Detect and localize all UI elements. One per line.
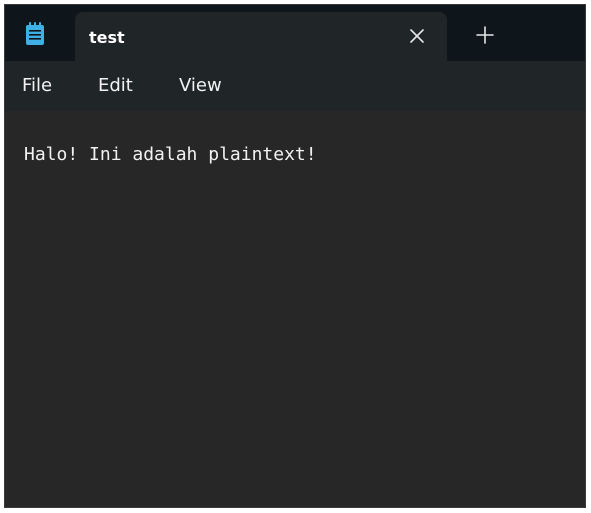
notepad-icon <box>25 22 45 46</box>
tab-test[interactable]: test <box>75 12 447 61</box>
title-bar: test <box>5 5 585 61</box>
menu-view[interactable]: View <box>179 76 222 96</box>
text-editor-area[interactable]: Halo! Ini adalah plaintext! <box>5 111 585 507</box>
menu-file[interactable]: File <box>22 76 52 96</box>
menu-edit[interactable]: Edit <box>98 76 133 96</box>
tab-title: test <box>89 28 125 47</box>
plus-icon[interactable] <box>475 25 495 45</box>
notepad-window: test File Edit View Halo! Ini adalah pla… <box>4 4 586 508</box>
menu-bar: File Edit View <box>5 61 585 111</box>
editor-content[interactable]: Halo! Ini adalah plaintext! <box>24 143 317 167</box>
close-icon[interactable] <box>409 28 425 44</box>
